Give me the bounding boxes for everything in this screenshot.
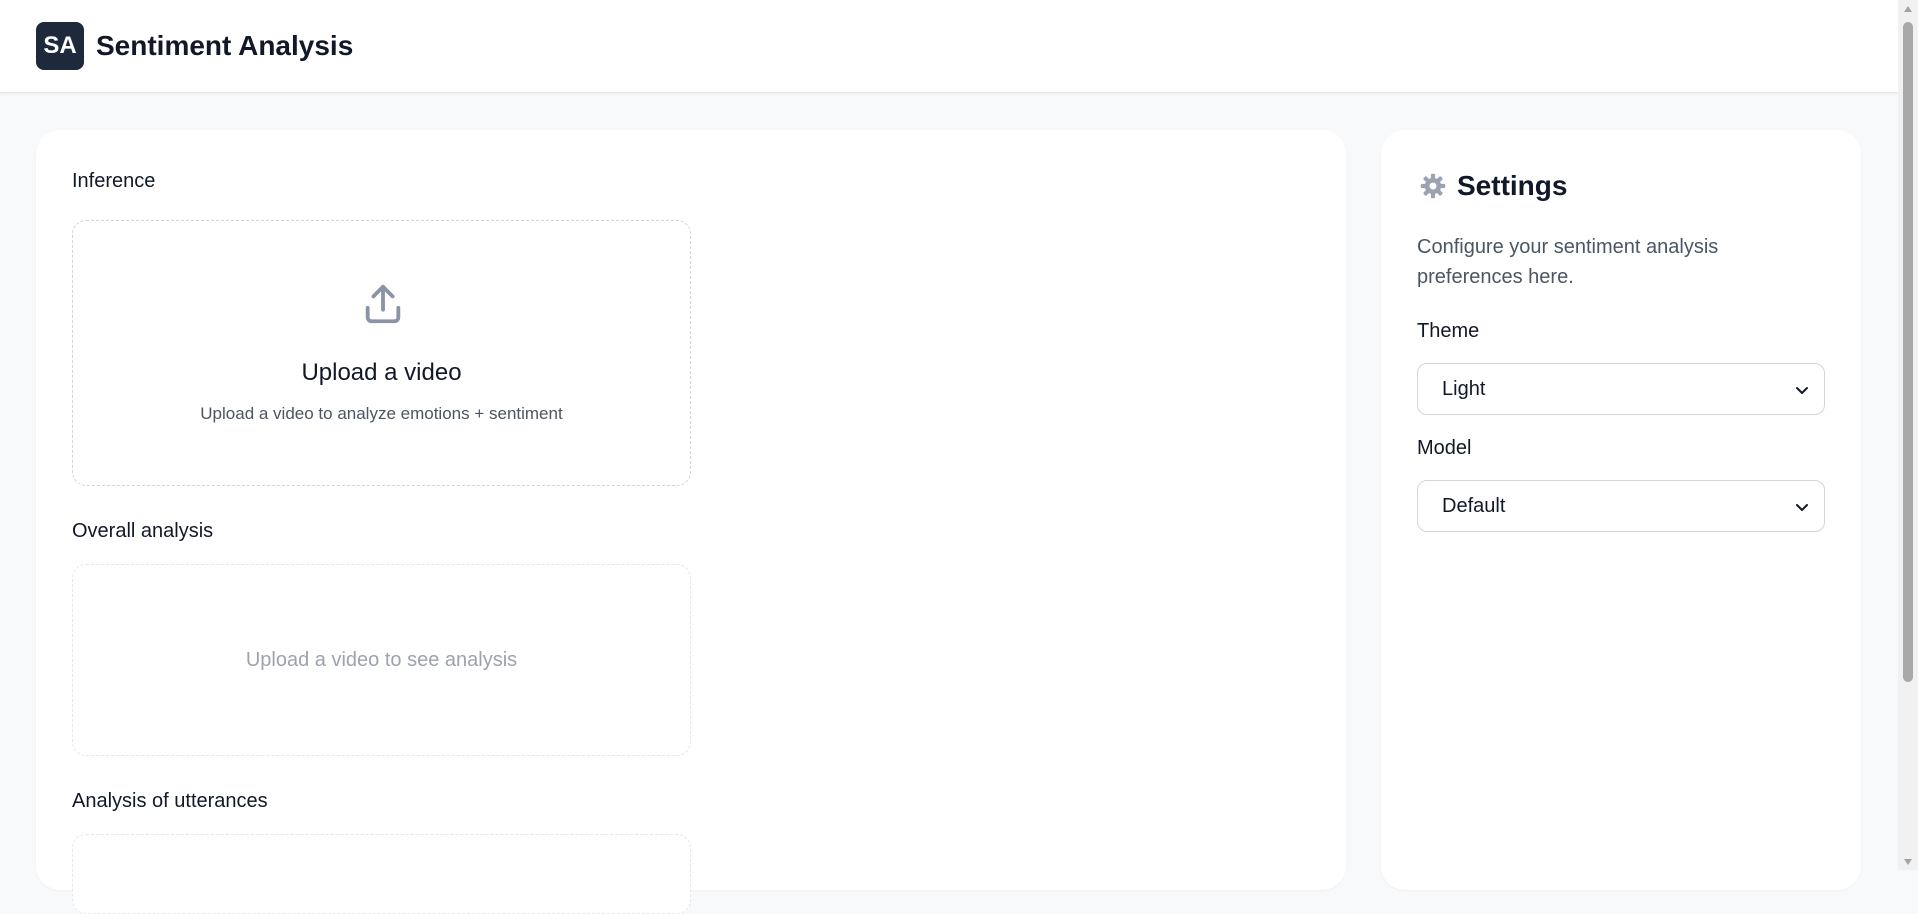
- settings-header: Settings: [1419, 170, 1567, 202]
- overall-analysis-title: Overall analysis: [72, 520, 214, 542]
- upload-icon: [365, 284, 401, 324]
- scroll-up-arrow-icon[interactable]: [1898, 0, 1918, 17]
- video-upload-dropzone[interactable]: Upload a video Upload a video to analyze…: [72, 220, 691, 486]
- scrollbar-thumb[interactable]: [1903, 22, 1913, 682]
- upload-title: Upload a video: [301, 359, 462, 386]
- utterances-title: Analysis of utterances: [72, 790, 268, 812]
- chevron-down-icon: [1796, 387, 1808, 394]
- inference-panel: Inference Upload a video Upload a video …: [36, 130, 1346, 914]
- settings-panel: Settings Configure your sentiment analys…: [1381, 130, 1861, 890]
- theme-label: Theme: [1417, 320, 1480, 342]
- chevron-down-icon: [1796, 504, 1808, 511]
- page-scrollbar[interactable]: [1898, 0, 1918, 870]
- model-label: Model: [1417, 437, 1472, 459]
- model-select[interactable]: Default: [1417, 480, 1825, 532]
- inference-title: Inference: [72, 170, 156, 192]
- settings-description: Configure your sentiment analysis prefer…: [1417, 236, 1719, 288]
- theme-select[interactable]: Light: [1417, 363, 1825, 415]
- overall-analysis-box: Upload a video to see analysis: [72, 564, 691, 756]
- utterances-box: [72, 834, 691, 914]
- scroll-down-arrow-icon[interactable]: [1898, 853, 1918, 870]
- theme-select-value: Light: [1442, 377, 1486, 400]
- settings-title: Settings: [1457, 170, 1568, 201]
- gear-icon: [1420, 173, 1446, 199]
- app-title: Sentiment Analysis: [96, 30, 354, 61]
- analysis-placeholder: Upload a video to see analysis: [245, 649, 518, 671]
- logo: SA: [36, 22, 84, 70]
- app-header: SA Sentiment Analysis: [0, 0, 1898, 93]
- upload-subtitle: Upload a video to analyze emotions + sen…: [200, 404, 563, 423]
- model-select-value: Default: [1442, 494, 1506, 517]
